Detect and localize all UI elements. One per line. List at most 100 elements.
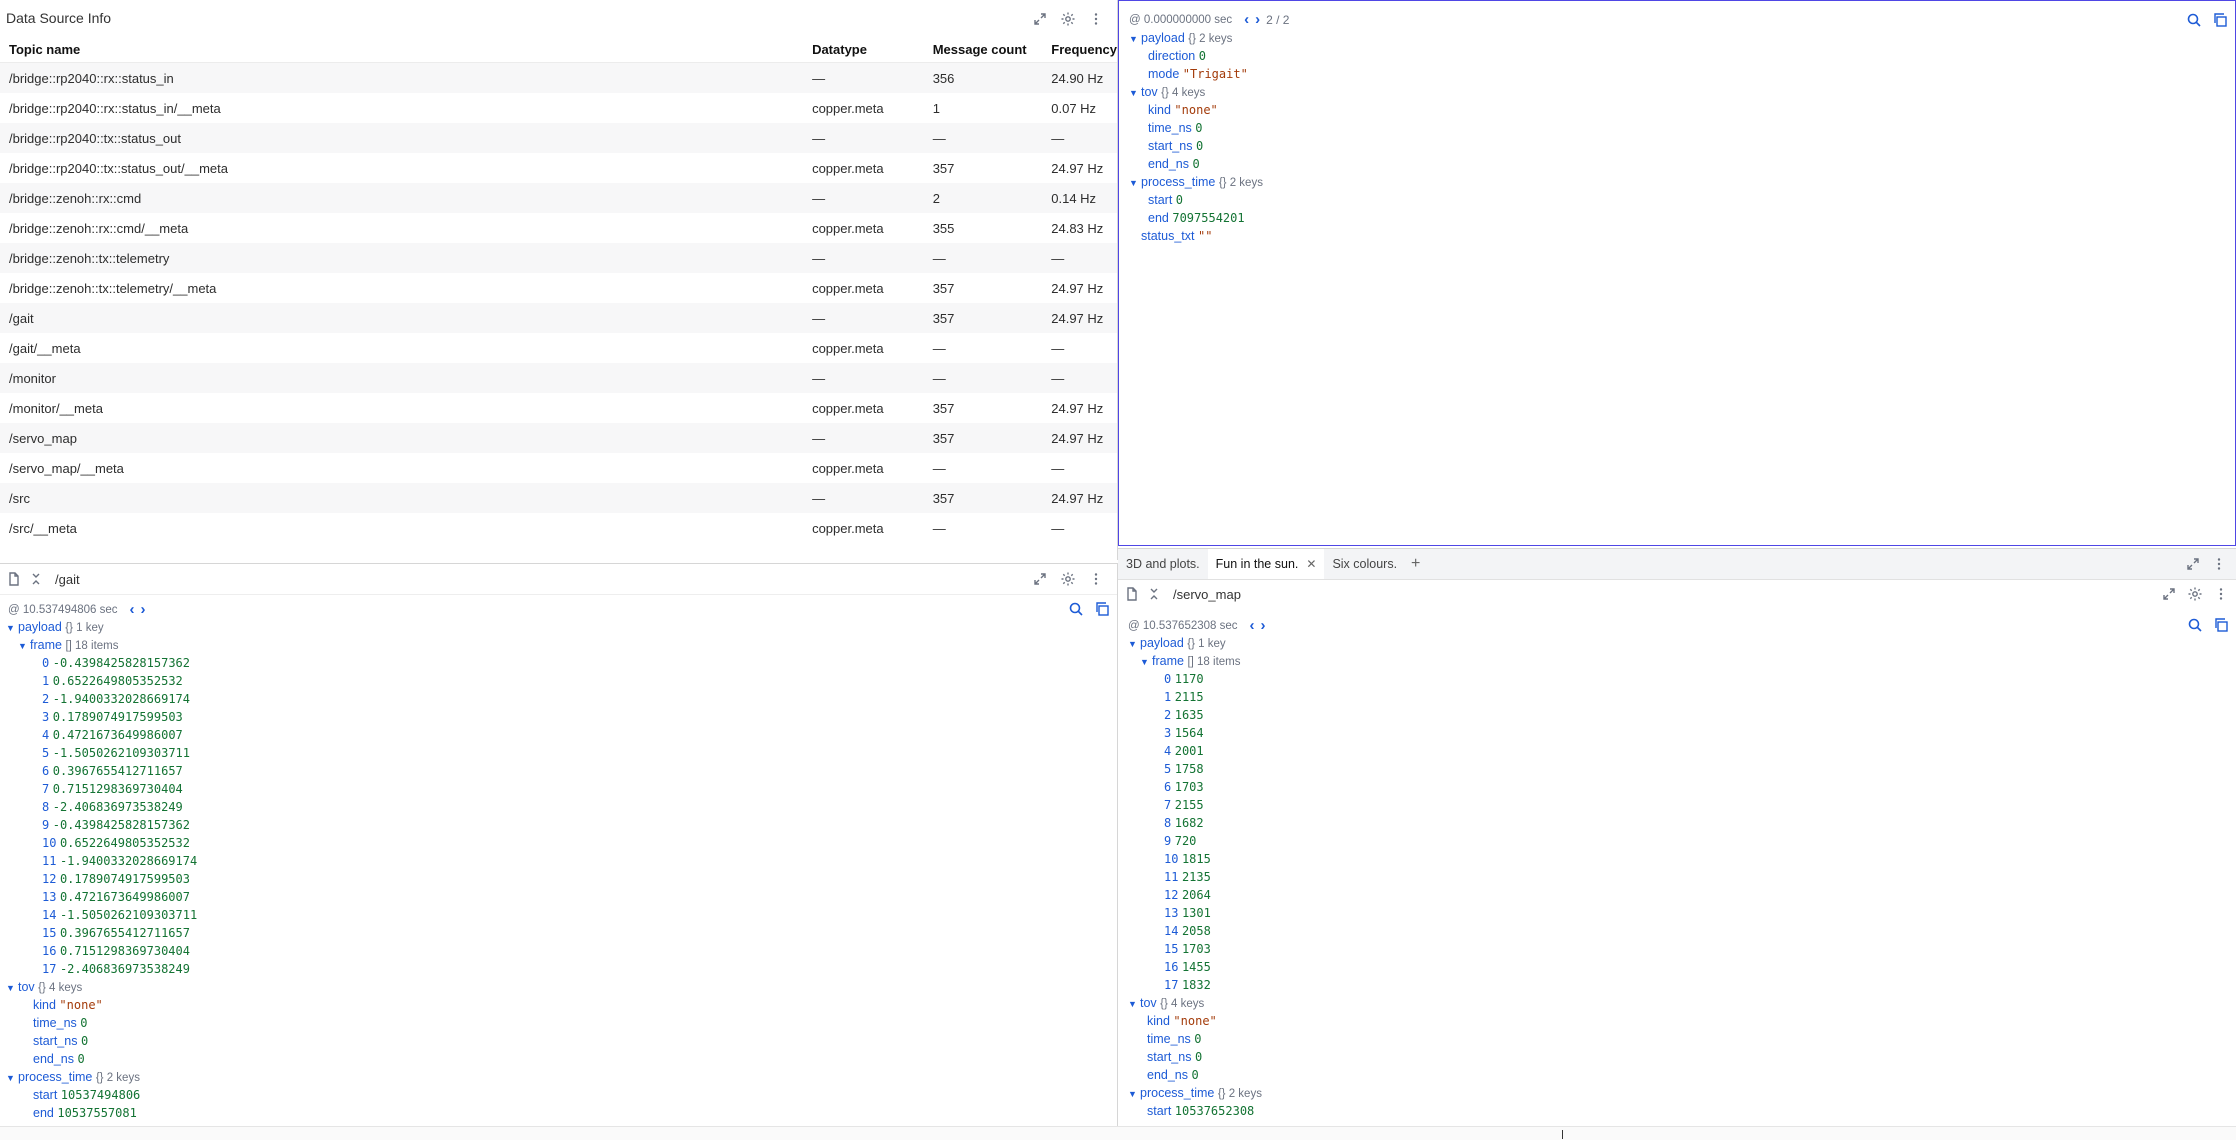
- chevron-right-icon[interactable]: ›: [141, 601, 146, 618]
- caret-down-icon[interactable]: ▼: [6, 619, 18, 637]
- table-row[interactable]: /src — 357 24.97 Hz: [0, 483, 1117, 513]
- file-icon[interactable]: [1121, 583, 1143, 605]
- collapse-icon[interactable]: [1143, 583, 1165, 605]
- more-icon[interactable]: [2210, 583, 2232, 605]
- tree-row[interactable]: 5 1758: [1128, 760, 1262, 778]
- expand-icon[interactable]: [2158, 583, 2180, 605]
- collapse-icon[interactable]: [25, 568, 47, 590]
- chevron-left-icon[interactable]: ‹: [130, 601, 135, 618]
- tree-row[interactable]: ▼ tov {} 4 keys: [1128, 994, 1262, 1012]
- tree-row[interactable]: 10 0.6522649805352532: [6, 834, 197, 852]
- tree-row[interactable]: start 10537494806: [6, 1086, 197, 1104]
- caret-down-icon[interactable]: ▼: [1128, 635, 1140, 653]
- tree-row[interactable]: 17 1832: [1128, 976, 1262, 994]
- table-row[interactable]: /bridge::rp2040::tx::status_out/__meta co…: [0, 153, 1117, 183]
- tree-row[interactable]: end_ns 0: [1128, 1066, 1262, 1084]
- table-row[interactable]: /bridge::zenoh::tx::telemetry/__meta copp…: [0, 273, 1117, 303]
- copy-icon[interactable]: [2210, 614, 2232, 636]
- caret-down-icon[interactable]: ▼: [18, 637, 30, 655]
- caret-down-icon[interactable]: ▼: [1129, 174, 1141, 192]
- chevron-left-icon[interactable]: ‹: [1250, 617, 1255, 634]
- tree-row[interactable]: 11 2135: [1128, 868, 1262, 886]
- tree-row[interactable]: time_ns 0: [1128, 1030, 1262, 1048]
- tree-row[interactable]: 10 1815: [1128, 850, 1262, 868]
- tree-row[interactable]: kind "none": [1128, 1012, 1262, 1030]
- table-row[interactable]: /gait/__meta copper.meta — —: [0, 333, 1117, 363]
- chevron-left-icon[interactable]: ‹: [1244, 11, 1249, 28]
- file-icon[interactable]: [3, 568, 25, 590]
- expand-icon[interactable]: [1029, 568, 1051, 590]
- tree-row[interactable]: 5 -1.5050262109303711: [6, 744, 197, 762]
- tree-row[interactable]: 2 -1.9400332028669174: [6, 690, 197, 708]
- table-row[interactable]: /gait — 357 24.97 Hz: [0, 303, 1117, 333]
- col-frequency[interactable]: Frequency: [1042, 36, 1117, 63]
- caret-down-icon[interactable]: ▼: [6, 979, 18, 997]
- tree-row[interactable]: ▼ process_time {} 2 keys: [1129, 173, 1263, 191]
- tree-row[interactable]: 17 -2.406836973538249: [6, 960, 197, 978]
- tree-row[interactable]: 0 1170: [1128, 670, 1262, 688]
- tree-row[interactable]: 16 0.7151298369730404: [6, 942, 197, 960]
- table-row[interactable]: /bridge::rp2040::rx::status_in/__meta cop…: [0, 93, 1117, 123]
- tree-row[interactable]: 11 -1.9400332028669174: [6, 852, 197, 870]
- tab-fun-in-the-sun[interactable]: Fun in the sun. ✕: [1207, 549, 1325, 579]
- chevron-right-icon[interactable]: ›: [1255, 11, 1260, 28]
- tree-row[interactable]: kind "none": [1129, 101, 1263, 119]
- copy-icon[interactable]: [2209, 9, 2231, 31]
- caret-down-icon[interactable]: ▼: [6, 1069, 18, 1087]
- tab-3d-and-plots[interactable]: 3D and plots.: [1118, 549, 1208, 579]
- tree-row[interactable]: ▼ frame [] 18 items: [1128, 652, 1262, 670]
- tree-row[interactable]: end 10537557081: [6, 1104, 197, 1122]
- table-row[interactable]: /bridge::rp2040::rx::status_in — 356 24.90 …: [0, 62, 1117, 93]
- tree-row[interactable]: end_ns 0: [1129, 155, 1263, 173]
- caret-down-icon[interactable]: ▼: [1128, 1085, 1140, 1103]
- plus-icon[interactable]: +: [1411, 555, 1420, 573]
- table-row[interactable]: /monitor — — —: [0, 363, 1117, 393]
- table-row[interactable]: /bridge::zenoh::rx::cmd/__meta copper.met…: [0, 213, 1117, 243]
- caret-down-icon[interactable]: ▼: [1129, 30, 1141, 48]
- tree-row[interactable]: 13 1301: [1128, 904, 1262, 922]
- tree-row[interactable]: 15 1703: [1128, 940, 1262, 958]
- tree-row[interactable]: direction 0: [1129, 47, 1263, 65]
- tree-row[interactable]: 0 -0.4398425828157362: [6, 654, 197, 672]
- tree-row[interactable]: 1 2115: [1128, 688, 1262, 706]
- close-icon[interactable]: ✕: [1306, 557, 1316, 571]
- table-row[interactable]: /bridge::rp2040::tx::status_out — — —: [0, 123, 1117, 153]
- tree-row[interactable]: 14 -1.5050262109303711: [6, 906, 197, 924]
- tree-row[interactable]: 7 2155: [1128, 796, 1262, 814]
- tree-row[interactable]: 1 0.6522649805352532: [6, 672, 197, 690]
- tree-row[interactable]: ▼ process_time {} 2 keys: [1128, 1084, 1262, 1102]
- expand-icon[interactable]: [2182, 553, 2204, 575]
- col-message-count[interactable]: Message count: [923, 36, 1043, 63]
- tree-row[interactable]: ▼ payload {} 2 keys: [1129, 29, 1263, 47]
- more-icon[interactable]: [1085, 8, 1107, 30]
- table-row[interactable]: /bridge::zenoh::rx::cmd — 2 0.14 Hz: [0, 183, 1117, 213]
- tree-row[interactable]: 15 0.3967655412711657: [6, 924, 197, 942]
- tree-row[interactable]: ▼ payload {} 1 key: [1128, 634, 1262, 652]
- col-datatype[interactable]: Datatype: [803, 36, 924, 63]
- tree-row[interactable]: 14 2058: [1128, 922, 1262, 940]
- gear-icon[interactable]: [2184, 583, 2206, 605]
- tree-row[interactable]: 8 -2.406836973538249: [6, 798, 197, 816]
- tree-row[interactable]: start_ns 0: [1129, 137, 1263, 155]
- tree-row[interactable]: 4 0.4721673649986007: [6, 726, 197, 744]
- table-row[interactable]: /monitor/__meta copper.meta 357 24.97 Hz: [0, 393, 1117, 423]
- caret-down-icon[interactable]: ▼: [1140, 653, 1152, 671]
- tree-row[interactable]: end_ns 0: [6, 1050, 197, 1068]
- search-icon[interactable]: [2184, 614, 2206, 636]
- tree-row[interactable]: start_ns 0: [6, 1032, 197, 1050]
- tree-row[interactable]: ▼ payload {} 1 key: [6, 618, 197, 636]
- tree-row[interactable]: start 10537652308: [1128, 1102, 1262, 1120]
- tree-row[interactable]: status_txt "": [1129, 227, 1263, 245]
- tree-row[interactable]: mode "Trigait": [1129, 65, 1263, 83]
- chevron-right-icon[interactable]: ›: [1261, 617, 1266, 634]
- table-row[interactable]: /servo_map — 357 24.97 Hz: [0, 423, 1117, 453]
- expand-icon[interactable]: [1029, 8, 1051, 30]
- tree-row[interactable]: start 0: [1129, 191, 1263, 209]
- more-icon[interactable]: [2208, 553, 2230, 575]
- tree-row[interactable]: 9 720: [1128, 832, 1262, 850]
- table-row[interactable]: /src/__meta copper.meta — —: [0, 513, 1117, 543]
- gear-icon[interactable]: [1057, 568, 1079, 590]
- tree-row[interactable]: 6 1703: [1128, 778, 1262, 796]
- tree-row[interactable]: 12 2064: [1128, 886, 1262, 904]
- copy-icon[interactable]: [1091, 598, 1113, 620]
